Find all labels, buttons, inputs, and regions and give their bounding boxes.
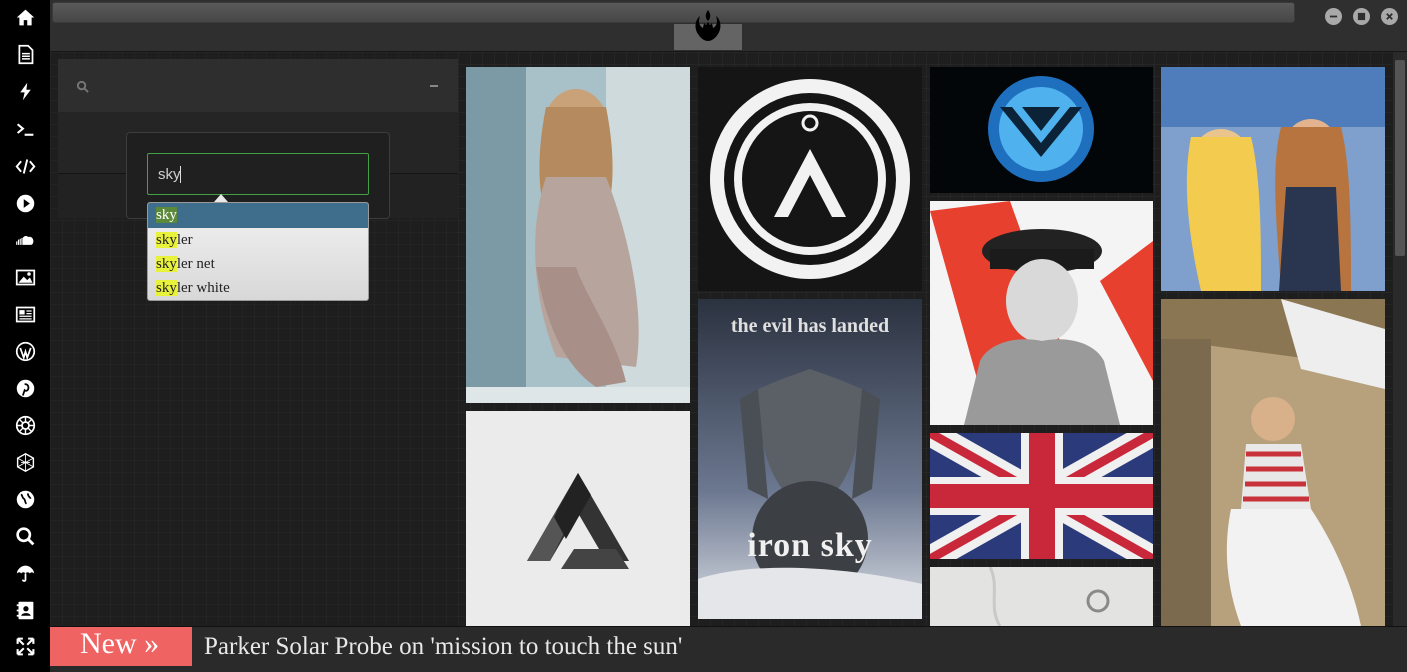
- suggestion-match: sky: [156, 232, 177, 248]
- scrollbar-thumb[interactable]: [1395, 60, 1405, 256]
- image-icon[interactable]: [13, 265, 38, 290]
- icon-sidebar: [0, 0, 50, 672]
- suggestion-match: sky: [156, 256, 177, 272]
- poster-title: the evil has landed: [730, 315, 890, 337]
- image-tile-comic-con-photo[interactable]: [1161, 67, 1385, 291]
- suggestion-item[interactable]: skyler white: [148, 276, 368, 300]
- home-icon[interactable]: [13, 5, 38, 30]
- text-cursor: [180, 166, 181, 183]
- rebel-alliance-logo-icon: [695, 10, 721, 41]
- suggestion-rest: ler: [176, 232, 193, 248]
- play-icon[interactable]: [13, 191, 38, 216]
- image-tile-snow-texture[interactable]: [930, 567, 1153, 626]
- maximize-icon: [1357, 12, 1366, 21]
- minimize-button[interactable]: [1325, 8, 1342, 25]
- suggestion-rest: ler white: [176, 280, 230, 296]
- document-icon[interactable]: [13, 42, 38, 67]
- top-bar: [50, 0, 1407, 52]
- suggestion-match: sky: [156, 207, 177, 223]
- search-panel: sky skyler skyler net skyler white: [50, 52, 458, 626]
- search-icon: [76, 80, 89, 93]
- close-icon: [1386, 13, 1393, 20]
- suggestion-item[interactable]: skyler net: [148, 252, 368, 276]
- collapse-button[interactable]: [430, 85, 438, 87]
- image-tile-shield-logo[interactable]: [930, 67, 1153, 193]
- suggestion-rest: ler net: [176, 256, 215, 272]
- image-tile-stargate-emblem[interactable]: [698, 67, 922, 291]
- suggestion-item[interactable]: skyler: [148, 228, 368, 252]
- fullscreen-icon[interactable]: [13, 634, 38, 659]
- soundcloud-icon[interactable]: [13, 228, 38, 253]
- newspaper-icon[interactable]: [13, 302, 38, 327]
- image-tile-impossible-triangle[interactable]: [466, 411, 690, 626]
- image-tile-model[interactable]: [466, 67, 690, 403]
- image-tile-propaganda-art[interactable]: [930, 201, 1153, 425]
- news-ticker: New » Parker Solar Probe on 'mission to …: [50, 626, 1407, 672]
- terminal-icon[interactable]: [13, 117, 38, 142]
- minimize-icon: [1329, 15, 1338, 18]
- suggestion-item[interactable]: sky: [148, 203, 368, 228]
- contact-card-icon[interactable]: [13, 598, 38, 623]
- search-icon[interactable]: [13, 524, 38, 549]
- suggestion-pointer: [214, 194, 228, 202]
- news-badge[interactable]: New »: [50, 627, 192, 666]
- galactic-empire-icon[interactable]: [13, 413, 38, 438]
- umbrella-icon[interactable]: [13, 561, 38, 586]
- image-tile-beach-photo[interactable]: [1161, 299, 1385, 626]
- image-tile-iron-sky-poster[interactable]: the evil has landed iron sky: [698, 299, 922, 619]
- wordpress-icon[interactable]: [13, 339, 38, 364]
- globe-icon[interactable]: [13, 487, 38, 512]
- maximize-button[interactable]: [1353, 8, 1370, 25]
- scrollbar[interactable]: [1393, 52, 1407, 626]
- image-tile-union-jack[interactable]: [930, 433, 1153, 559]
- suggestion-list: sky skyler skyler net skyler white: [147, 202, 369, 301]
- news-headline[interactable]: Parker Solar Probe on 'mission to touch …: [204, 631, 682, 663]
- geometric-sphere-icon[interactable]: [13, 450, 38, 475]
- lightning-icon[interactable]: [13, 79, 38, 104]
- poster-logo-text: iron sky: [747, 527, 873, 564]
- logo-tab[interactable]: [674, 0, 742, 50]
- code-icon[interactable]: [13, 154, 38, 179]
- pinterest-icon[interactable]: [13, 376, 38, 401]
- close-button[interactable]: [1381, 8, 1398, 25]
- suggestion-match: sky: [156, 280, 177, 296]
- search-header: [58, 59, 458, 112]
- image-grid: the evil has landed iron sky: [458, 52, 1393, 626]
